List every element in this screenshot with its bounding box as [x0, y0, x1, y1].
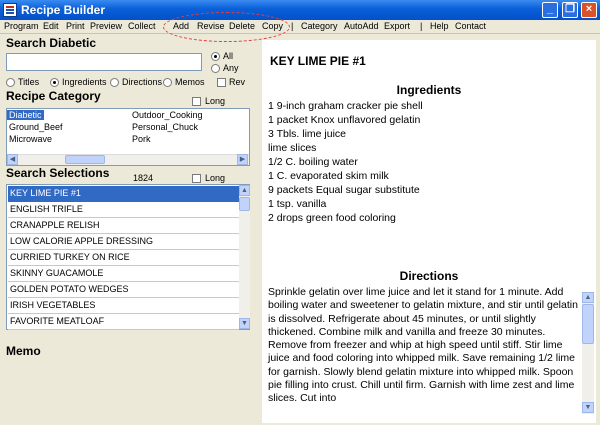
field-ingredients-radio[interactable] [50, 78, 59, 87]
scroll-up-icon[interactable]: ▲ [239, 185, 250, 196]
category-item[interactable]: Pork [132, 134, 151, 144]
scope-any-radio[interactable] [211, 64, 220, 73]
ingredient-line: 1/2 C. boiling water [268, 156, 358, 168]
field-ingredients-label: Ingredients [62, 77, 107, 87]
scroll-thumb[interactable] [582, 304, 594, 344]
category-item[interactable]: Outdoor_Cooking [132, 110, 203, 120]
menu-autoadd[interactable]: AutoAdd [344, 21, 379, 31]
menu-separator: | [291, 21, 294, 31]
category-hscrollbar[interactable]: ◀ ▶ [7, 154, 249, 165]
category-heading: Recipe Category [6, 89, 101, 103]
field-directions-label: Directions [122, 77, 163, 87]
category-long-checkbox[interactable] [192, 97, 201, 106]
list-item[interactable]: GOLDEN POTATO WEDGES [8, 282, 239, 298]
field-directions-radio[interactable] [110, 78, 119, 87]
field-titles-radio[interactable] [6, 78, 15, 87]
scope-any-label: Any [223, 63, 239, 73]
menu-bar: Program Edit Print Preview Collect Add R… [0, 20, 600, 34]
menu-preview[interactable]: Preview [90, 21, 122, 31]
scroll-thumb[interactable] [239, 197, 250, 211]
ingredient-line: 1 C. evaporated skim milk [268, 170, 389, 182]
title-bar: Recipe Builder _ ❐ × [0, 0, 600, 20]
menu-delete[interactable]: Delete [229, 21, 255, 31]
category-item[interactable]: Personal_Chuck [132, 122, 198, 132]
search-input[interactable] [6, 53, 202, 71]
selections-count: 1824 [133, 173, 154, 183]
maximize-button[interactable]: ❐ [562, 2, 578, 18]
field-titles-label: Titles [18, 77, 40, 87]
search-heading: Search Diabetic [6, 36, 97, 50]
menu-copy[interactable]: Copy [262, 21, 283, 31]
category-item[interactable]: Microwave [9, 134, 52, 144]
field-memos-label: Memos [175, 77, 205, 87]
scope-all-label: All [223, 51, 234, 61]
scroll-down-icon[interactable]: ▼ [239, 318, 250, 329]
menu-program[interactable]: Program [4, 21, 39, 31]
directions-text: Sprinkle gelatin over lime juice and let… [268, 286, 578, 405]
menu-collect[interactable]: Collect [128, 21, 156, 31]
close-button[interactable]: × [581, 2, 597, 18]
ingredient-line: 2 drops green food coloring [268, 212, 396, 224]
scroll-left-icon[interactable]: ◀ [7, 154, 18, 165]
list-item[interactable]: IRISH VEGETABLES [8, 298, 239, 314]
list-item[interactable]: CRANAPPLE RELISH [8, 218, 239, 234]
directions-vscrollbar[interactable]: ▲ ▼ [582, 292, 594, 414]
minimize-button[interactable]: _ [542, 2, 558, 18]
app-icon [3, 3, 17, 17]
rev-checkbox[interactable] [217, 78, 226, 87]
selections-heading: Search Selections [6, 166, 110, 180]
ingredients-heading: Ingredients [396, 83, 462, 97]
ingredient-line: 3 Tbls. lime juice [268, 128, 347, 140]
list-item[interactable]: SKINNY GUACAMOLE [8, 266, 239, 282]
ingredient-line: 1 9-inch graham cracker pie shell [268, 100, 423, 112]
recipe-title: KEY LIME PIE #1 [270, 54, 366, 68]
menu-contact[interactable]: Contact [455, 21, 486, 31]
menu-add[interactable]: Add [173, 21, 189, 31]
selections-long-label: Long [205, 173, 226, 183]
memo-heading: Memo [6, 344, 41, 358]
scroll-thumb[interactable] [65, 155, 105, 164]
list-item[interactable]: CURRIED TURKEY ON RICE [8, 250, 239, 266]
ingredient-line: 1 packet Knox unflavored gelatin [268, 114, 421, 126]
selections-long-checkbox[interactable] [192, 174, 201, 183]
menu-separator: | [420, 21, 423, 31]
scroll-down-icon[interactable]: ▼ [582, 402, 594, 413]
list-item[interactable]: KEY LIME PIE #1 [8, 186, 239, 202]
category-long-label: Long [205, 96, 226, 106]
ingredient-line: 1 tsp. vanilla [268, 198, 327, 210]
ingredient-line: lime slices [268, 142, 317, 154]
rev-label: Rev [229, 77, 246, 87]
recipe-panel: KEY LIME PIE #1 Ingredients 1 9-inch gra… [262, 40, 596, 423]
scroll-up-icon[interactable]: ▲ [582, 292, 594, 303]
field-memos-radio[interactable] [163, 78, 172, 87]
list-item[interactable]: ENGLISH TRIFLE [8, 202, 239, 218]
category-item[interactable]: Diabetic [7, 110, 44, 120]
ingredient-line: 9 packets Equal sugar substitute [268, 184, 420, 196]
scroll-right-icon[interactable]: ▶ [237, 154, 248, 165]
menu-edit[interactable]: Edit [43, 21, 59, 31]
selections-vscrollbar[interactable]: ▲ ▼ [239, 185, 250, 329]
directions-heading: Directions [399, 269, 459, 283]
category-item[interactable]: Ground_Beef [9, 122, 63, 132]
menu-revise[interactable]: Revise [197, 21, 225, 31]
list-item[interactable]: FAVORITE MEATLOAF [8, 314, 239, 330]
menu-category[interactable]: Category [301, 21, 338, 31]
scope-all-radio[interactable] [211, 52, 220, 61]
list-item[interactable]: LOW CALORIE APPLE DRESSING [8, 234, 239, 250]
menu-export[interactable]: Export [384, 21, 410, 31]
menu-help[interactable]: Help [430, 21, 449, 31]
window-title: Recipe Builder [21, 3, 106, 17]
selections-list[interactable]: KEY LIME PIE #1 ENGLISH TRIFLE CRANAPPLE… [6, 184, 250, 330]
menu-print[interactable]: Print [66, 21, 85, 31]
